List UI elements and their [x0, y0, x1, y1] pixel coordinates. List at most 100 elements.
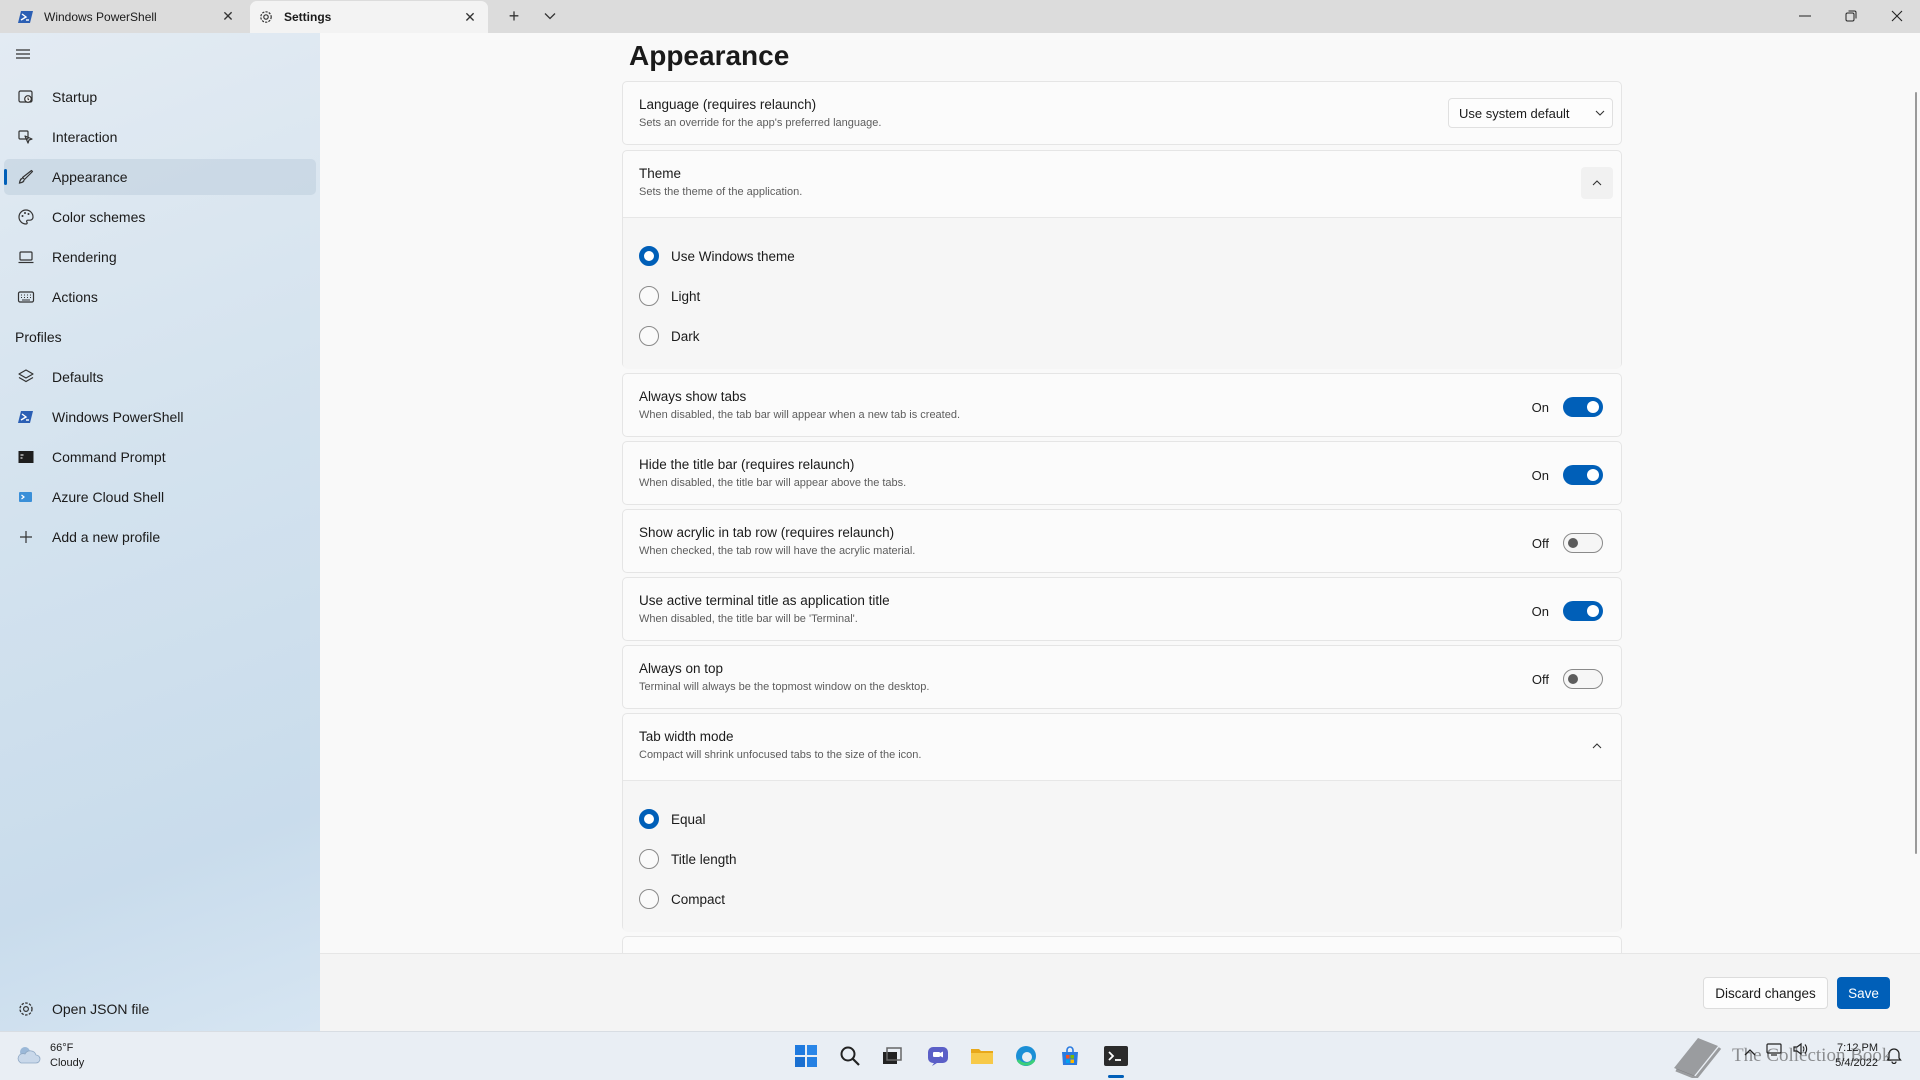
minimize-button[interactable]: [1782, 0, 1828, 32]
radio-compact[interactable]: Compact: [639, 889, 725, 909]
radio-label: Use Windows theme: [671, 248, 795, 264]
radio-label: Title length: [671, 851, 737, 867]
language-dropdown[interactable]: Use system default: [1448, 98, 1613, 128]
radio-light[interactable]: Light: [639, 286, 700, 306]
paintbrush-icon: [16, 167, 36, 187]
toggle-state-label: On: [1531, 399, 1549, 415]
volume-icon[interactable]: [1792, 1042, 1808, 1059]
terminal-icon[interactable]: [1102, 1042, 1130, 1070]
always-show-tabs-setting: Always show tabs When disabled, the tab …: [622, 373, 1622, 437]
radio-unchecked-icon: [639, 286, 659, 306]
close-window-button[interactable]: [1874, 0, 1920, 32]
toggle-switch[interactable]: On: [1525, 465, 1603, 485]
sidebar-item-label: Appearance: [52, 169, 128, 185]
tab-width-mode-setting: Tab width mode Compact will shrink unfoc…: [622, 713, 1622, 932]
system-clock[interactable]: 7:12 PM 5/4/2022: [1828, 1041, 1878, 1071]
system-tray[interactable]: [1744, 1042, 1808, 1059]
sidebar-item-startup[interactable]: Startup: [4, 79, 316, 115]
sidebar-item-label: Interaction: [52, 129, 118, 145]
toggle-switch[interactable]: Off: [1525, 669, 1603, 689]
toggle-switch[interactable]: On: [1525, 601, 1603, 621]
clock-date: 5/4/2022: [1835, 1057, 1878, 1069]
sidebar-item-interaction[interactable]: Interaction: [4, 119, 316, 155]
setting-description: Sets the theme of the application.: [639, 186, 803, 198]
next-setting-card: [622, 936, 1622, 953]
hide-title-bar-setting: Hide the title bar (requires relaunch) W…: [622, 441, 1622, 505]
sidebar-item-label: Azure Cloud Shell: [52, 489, 165, 505]
show-acrylic-setting: Show acrylic in tab row (requires relaun…: [622, 509, 1622, 573]
active-terminal-title-setting: Use active terminal title as application…: [622, 577, 1622, 641]
radio-unchecked-icon: [639, 889, 659, 909]
chevron-down-icon[interactable]: [538, 4, 562, 28]
new-tab-button[interactable]: +: [502, 4, 526, 28]
palette-icon: [16, 207, 36, 227]
save-button[interactable]: Save: [1837, 977, 1890, 1009]
monitor-icon: [16, 247, 36, 267]
close-icon[interactable]: ✕: [216, 5, 240, 29]
restore-button[interactable]: [1828, 0, 1874, 32]
radio-unchecked-icon: [639, 849, 659, 869]
hamburger-menu-icon[interactable]: [14, 46, 34, 64]
sidebar-item-defaults[interactable]: Defaults: [4, 359, 316, 395]
radio-checked-icon: [639, 246, 659, 266]
tab-windows-powershell[interactable]: Windows PowerShell ✕: [0, 0, 246, 33]
task-view-icon[interactable]: [878, 1042, 906, 1070]
chat-icon[interactable]: [924, 1042, 952, 1070]
cloudy-weather-icon: [16, 1044, 42, 1068]
azure-cloud-shell-icon: [16, 487, 36, 507]
radio-use-windows-theme[interactable]: Use Windows theme: [639, 246, 795, 266]
network-icon[interactable]: [1766, 1042, 1782, 1059]
search-icon[interactable]: [836, 1042, 864, 1070]
file-explorer-icon[interactable]: [968, 1042, 996, 1070]
tab-settings[interactable]: Settings ✕: [250, 1, 488, 33]
sidebar-item-actions[interactable]: Actions: [4, 279, 316, 315]
sidebar-item-label: Color schemes: [52, 209, 146, 225]
sidebar-item-label: Windows PowerShell: [52, 409, 184, 425]
sidebar-item-command-prompt[interactable]: Command Prompt: [4, 439, 316, 475]
windows-start-icon[interactable]: [792, 1042, 820, 1070]
theme-expander-header[interactable]: Theme Sets the theme of the application.: [623, 151, 1621, 217]
powershell-icon: [18, 9, 34, 25]
open-json-label: Open JSON file: [52, 1001, 150, 1017]
toggle-state-label: Off: [1531, 535, 1549, 551]
chevron-up-icon[interactable]: [1581, 167, 1613, 199]
scrollbar[interactable]: [1915, 92, 1917, 854]
toggle-switch[interactable]: On: [1525, 397, 1603, 417]
sidebar-item-azure-cloud-shell[interactable]: Azure Cloud Shell: [4, 479, 316, 515]
radio-title-length[interactable]: Title length: [639, 849, 737, 869]
discard-changes-button[interactable]: Discard changes: [1703, 977, 1828, 1009]
weather-temperature: 66°F: [50, 1042, 74, 1054]
radio-dark[interactable]: Dark: [639, 326, 700, 346]
edge-browser-icon[interactable]: [1012, 1042, 1040, 1070]
setting-description: When disabled, the title bar will be 'Te…: [639, 613, 858, 625]
setting-description: Compact will shrink unfocused tabs to th…: [639, 749, 922, 761]
sidebar-item-label: Rendering: [52, 249, 117, 265]
radio-checked-icon: [639, 809, 659, 829]
radio-equal[interactable]: Equal: [639, 809, 706, 829]
chevron-up-icon[interactable]: [1581, 730, 1613, 762]
sidebar-item-windows-powershell[interactable]: Windows PowerShell: [4, 399, 316, 435]
profiles-header: Profiles: [15, 329, 62, 345]
layers-icon: [16, 367, 36, 387]
tab-width-expander-header[interactable]: Tab width mode Compact will shrink unfoc…: [623, 714, 1621, 780]
sidebar-item-add-new-profile[interactable]: Add a new profile: [4, 519, 316, 555]
sidebar-item-rendering[interactable]: Rendering: [4, 239, 316, 275]
tab-title: Settings: [284, 10, 332, 24]
close-icon[interactable]: ✕: [458, 5, 482, 29]
chevron-up-icon[interactable]: [1744, 1043, 1756, 1059]
language-setting: Language (requires relaunch) Sets an ove…: [622, 81, 1622, 145]
sidebar-item-label: Startup: [52, 89, 98, 105]
microsoft-store-icon[interactable]: [1056, 1042, 1084, 1070]
notification-bell-icon[interactable]: [1886, 1046, 1902, 1069]
toggle-switch[interactable]: Off: [1525, 533, 1603, 553]
command-prompt-icon: [16, 447, 36, 467]
open-json-file-button[interactable]: Open JSON file: [4, 991, 316, 1027]
clock-time: 7:12 PM: [1837, 1042, 1878, 1054]
interaction-icon: [16, 127, 36, 147]
toggle-off-icon: [1563, 533, 1603, 553]
tab-strip: Windows PowerShell ✕ Settings ✕ +: [0, 0, 1920, 33]
weather-widget[interactable]: 66°F Cloudy: [16, 1041, 84, 1071]
sidebar-item-appearance[interactable]: Appearance: [4, 159, 316, 195]
sidebar-item-label: Defaults: [52, 369, 104, 385]
sidebar-item-color-schemes[interactable]: Color schemes: [4, 199, 316, 235]
